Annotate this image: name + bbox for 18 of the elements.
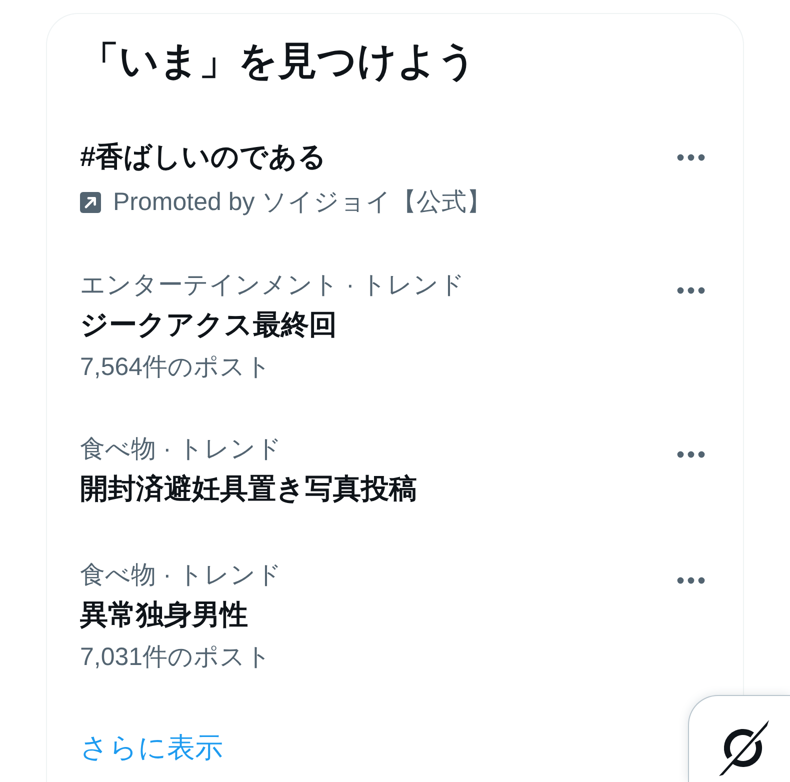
trend-name: #香ばしいのである [80,140,328,174]
trend-category: エンターテインメント · トレンド [80,270,466,301]
more-icon[interactable] [677,154,705,161]
post-count: 7,564件のポスト [80,352,273,383]
trend-name: 異常独身男性 [80,598,249,632]
more-icon[interactable] [677,287,705,294]
more-icon[interactable] [677,451,705,458]
post-count: 7,031件のポスト [80,642,273,673]
arrow-square-icon [80,192,101,212]
promoted-by-text: Promoted by ソイジョイ【公式】 [113,187,492,218]
floating-action-button[interactable] [688,695,790,782]
trend-category: 食べ物 · トレンド [80,434,284,465]
section-title: 「いま」を見つけよう [80,39,478,85]
show-more-link[interactable]: さらに表示 [80,728,223,768]
trend-name: 開封済避妊具置き写真投稿 [80,472,417,506]
trend-name: ジークアクス最終回 [80,308,338,342]
more-icon[interactable] [677,577,705,584]
trend-category: 食べ物 · トレンド [80,560,282,591]
